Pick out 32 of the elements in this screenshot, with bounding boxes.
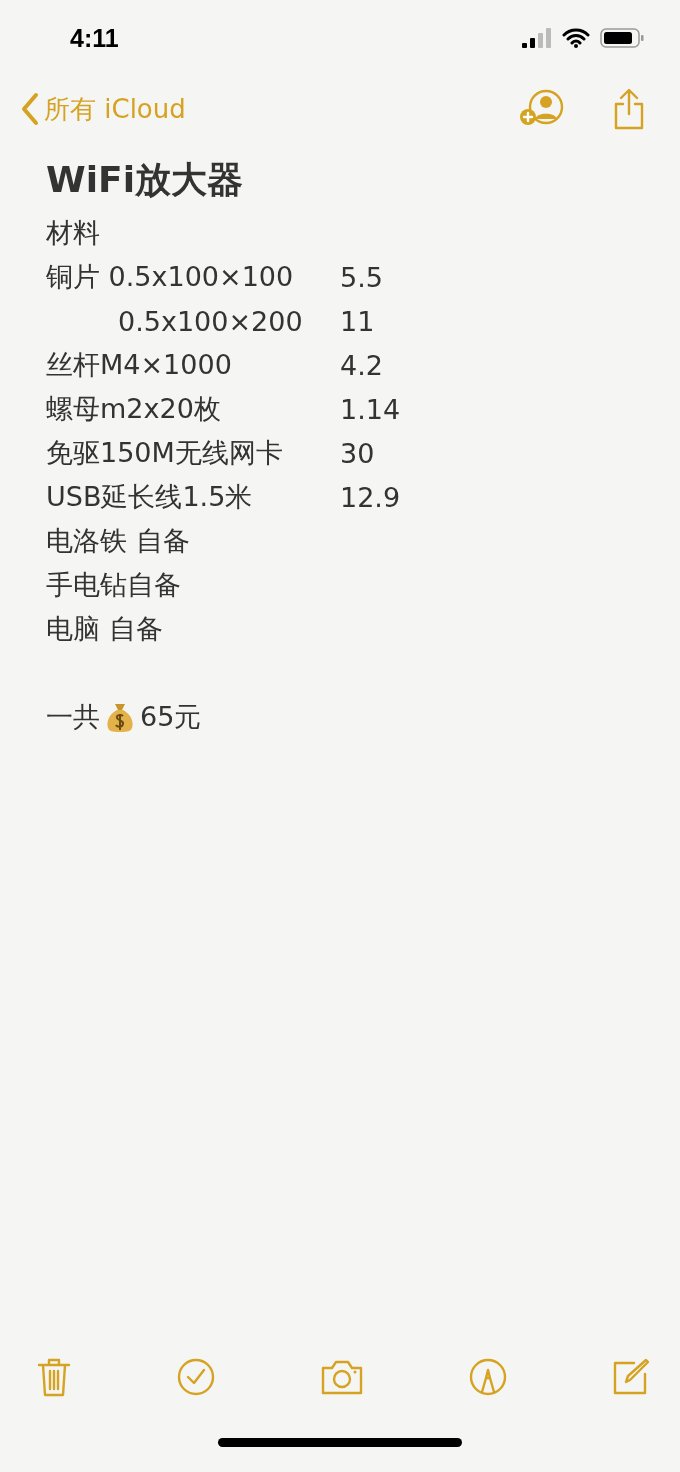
battery-icon <box>600 27 644 49</box>
note-title: WiFi放大器 <box>46 158 244 202</box>
chevron-icon <box>20 92 40 126</box>
money-bag-icon <box>106 702 134 732</box>
markup-button[interactable] <box>469 1358 507 1396</box>
price-text: 5.5 <box>340 261 384 293</box>
compose-button[interactable] <box>612 1358 650 1396</box>
note-line: 螺母m2x20枚 <box>46 392 222 426</box>
note-line: 0.5x100×200 <box>118 305 304 337</box>
trash-button[interactable] <box>36 1357 72 1397</box>
signal-icon <box>522 28 552 48</box>
checklist-button[interactable] <box>177 1358 215 1396</box>
note-line: 电脑 自备 <box>46 612 164 646</box>
price-text: 11 <box>340 305 376 337</box>
note-line: 铜片 0.5x100×100 <box>46 260 295 294</box>
note-line: 丝杆M4×1000 <box>46 348 233 382</box>
note-line: USB延长线1.5米 <box>46 480 254 514</box>
share-button[interactable] <box>612 88 646 130</box>
note-line: 材料 <box>46 216 101 250</box>
back-link[interactable]: 所有 iCloud <box>20 91 186 127</box>
note-line: 电洛铁 自备 <box>46 524 191 558</box>
total-amount: 65元 <box>140 700 202 734</box>
total-label: 一共 <box>46 700 100 734</box>
note-line: 免驱150M无线网卡 <box>46 436 284 470</box>
price-text: 12.9 <box>340 481 402 513</box>
status-time: 4:11 <box>70 23 119 53</box>
camera-button[interactable] <box>320 1359 364 1395</box>
price-text: 4.2 <box>340 349 384 381</box>
price-text: 1.14 <box>340 393 402 425</box>
price-text: 30 <box>340 437 376 469</box>
note-line: 手电钻自备 <box>46 568 182 602</box>
wifi-icon <box>562 28 590 48</box>
